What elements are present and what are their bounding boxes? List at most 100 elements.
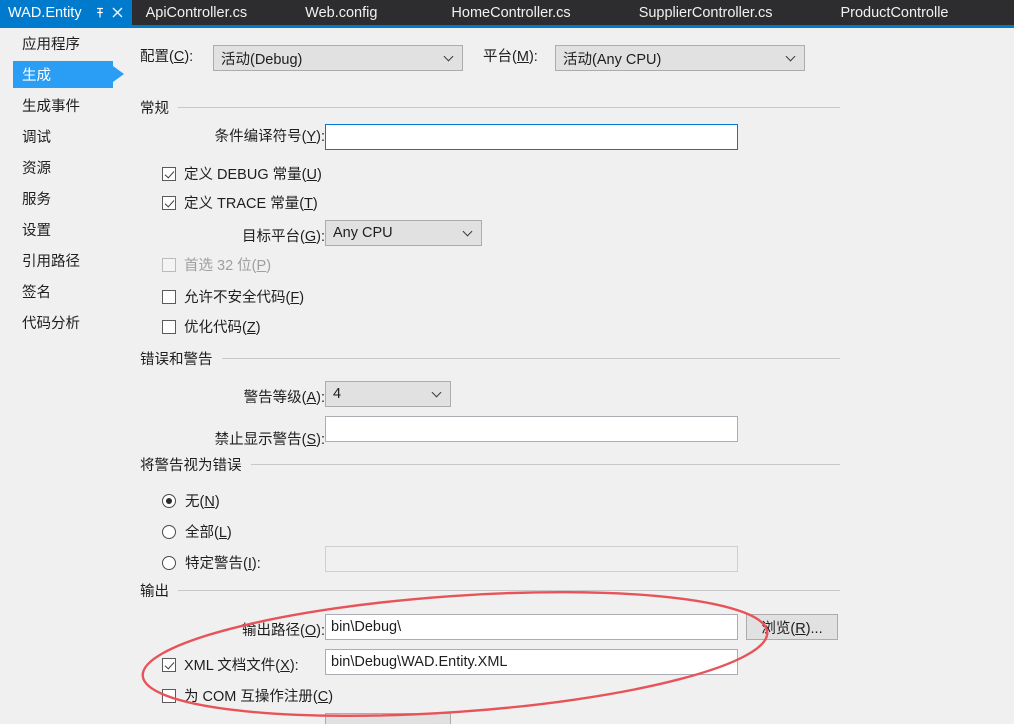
allow-unsafe-code-label: 允许不安全代码(F) [184,290,305,306]
checkbox-box-icon [162,688,176,703]
optimize-code-checkbox[interactable]: 优化代码(Z) [162,316,261,337]
sidebar-item-build-events[interactable]: 生成事件 [0,90,130,121]
checkbox-box-icon [162,166,176,181]
suppress-warnings-label: 禁止显示警告(S): [214,432,325,448]
checkbox-box-icon [162,195,176,210]
conditional-symbols-label: 条件编译符号(Y): [214,129,325,145]
properties-sidebar: 应用程序 生成 生成事件 调试 资源 服务 设置 引用路径 签名 代码分析 [0,28,130,724]
sidebar-item-code-analysis[interactable]: 代码分析 [0,307,130,338]
com-interop-label: 为 COM 互操作注册(C) [184,689,334,705]
group-divider [178,107,840,108]
sidebar-item-services[interactable]: 服务 [0,183,130,214]
com-interop-checkbox[interactable]: 为 COM 互操作注册(C) [162,685,333,706]
target-platform-label-wrap: 目标平台(G): [165,225,325,246]
platform-value: 活动(Any CPU) [563,51,662,68]
sidebar-item-resources[interactable]: 资源 [0,152,130,183]
tab-label: ProductControlle [840,4,949,21]
xml-doc-file-label: XML 文档文件(X): [184,658,299,674]
build-properties-pane: 配置(C): 活动(Debug) 平台(M): 活动(Any CPU) 常规 条… [130,28,1014,724]
chevron-down-icon [787,53,796,62]
sidebar-item-signing[interactable]: 签名 [0,276,130,307]
sidebar-item-label: 引用路径 [22,254,80,270]
warnings-as-errors-group-title: 将警告视为错误 [140,458,242,474]
sidebar-item-application[interactable]: 应用程序 [0,28,130,59]
tab-label: HomeController.cs [451,4,571,21]
output-path-value: bin\Debug\ [331,619,402,635]
radio-circle-icon [162,493,176,508]
serialization-assembly-combobox[interactable] [325,713,451,724]
radio-circle-icon [162,555,176,570]
allow-unsafe-code-checkbox[interactable]: 允许不安全代码(F) [162,286,304,307]
configuration-value: 活动(Debug) [221,51,303,68]
group-divider [178,590,840,591]
output-group-title: 输出 [140,584,169,600]
output-group-header: 输出 [140,580,840,601]
checkbox-box-icon [162,319,176,334]
group-divider [221,358,840,359]
sidebar-item-label: 代码分析 [22,316,80,332]
tab-webconfig[interactable]: Web.config [269,0,421,25]
sidebar-item-label: 签名 [22,285,51,301]
xml-doc-file-checkbox[interactable]: XML 文档文件(X): [162,654,299,675]
configuration-label: 配置(C): [140,49,194,65]
xml-doc-file-input[interactable]: bin\Debug\WAD.Entity.XML [325,649,738,675]
prefer-32bit-checkbox: 首选 32 位(P) [162,254,271,275]
define-trace-checkbox[interactable]: 定义 TRACE 常量(T) [162,192,318,213]
browse-label: 浏览(R)... [761,620,823,637]
tab-suppliercontroller[interactable]: SupplierController.cs [609,0,811,25]
warning-level-combobox[interactable]: 4 [325,381,451,407]
suppress-warnings-input[interactable] [325,416,738,442]
conditional-symbols-input[interactable] [325,124,738,150]
sidebar-item-label: 服务 [22,192,51,208]
sidebar-item-label: 应用程序 [22,37,80,53]
tab-productcontroller[interactable]: ProductControlle [810,0,964,25]
checkbox-box-icon [162,657,176,672]
warnings-specific-radio[interactable]: 特定警告(I): [162,552,261,573]
sidebar-item-debug[interactable]: 调试 [0,121,130,152]
target-platform-label: 目标平台(G): [242,229,325,245]
pin-icon[interactable] [92,5,108,21]
target-platform-combobox[interactable]: Any CPU [325,220,482,246]
output-path-input[interactable]: bin\Debug\ [325,614,738,640]
define-debug-label: 定义 DEBUG 常量(U) [184,167,322,183]
chevron-down-icon [464,228,473,237]
suppress-warnings-label-wrap: 禁止显示警告(S): [165,428,325,449]
warning-level-label-wrap: 警告等级(A): [165,386,325,407]
tab-homecontroller[interactable]: HomeController.cs [421,0,608,25]
output-path-label: 输出路径(O): [242,623,325,639]
sidebar-item-label: 资源 [22,161,51,177]
conditional-symbols-label-wrap: 条件编译符号(Y): [165,125,325,146]
configuration-combobox[interactable]: 活动(Debug) [213,45,463,71]
output-path-label-wrap: 输出路径(O): [165,619,325,640]
configuration-row: 配置(C): [140,45,193,66]
chevron-down-icon [433,389,442,398]
sidebar-item-label: 生成 [22,68,51,84]
errors-warnings-group-title: 错误和警告 [140,352,213,368]
define-debug-checkbox[interactable]: 定义 DEBUG 常量(U) [162,163,322,184]
sidebar-item-label: 调试 [22,130,51,146]
sidebar-item-settings[interactable]: 设置 [0,214,130,245]
platform-combobox[interactable]: 活动(Any CPU) [555,45,805,71]
errors-warnings-group-header: 错误和警告 [140,348,840,369]
sidebar-item-build[interactable]: 生成 [0,59,130,90]
sidebar-item-label: 设置 [22,223,51,239]
tab-apicontroller[interactable]: ApiController.cs [132,0,270,25]
warning-level-value: 4 [333,386,342,402]
warnings-all-label: 全部(L) [185,525,232,541]
platform-row: 平台(M): [483,45,538,66]
close-icon[interactable] [110,5,126,21]
warnings-none-radio[interactable]: 无(N) [162,490,220,511]
tab-wad-entity[interactable]: WAD.Entity [0,0,132,25]
sidebar-item-label: 生成事件 [22,99,80,115]
browse-button[interactable]: 浏览(R)... [746,614,838,640]
sidebar-item-reference-paths[interactable]: 引用路径 [0,245,130,276]
tab-label: ApiController.cs [145,4,248,21]
visual-studio-project-properties: WAD.Entity ApiController.cs Web.config H… [0,0,1014,724]
general-group-header: 常规 [140,97,840,118]
warnings-as-errors-group-header: 将警告视为错误 [140,454,840,475]
define-trace-label: 定义 TRACE 常量(T) [184,196,318,212]
target-platform-value: Any CPU [333,225,393,241]
checkbox-box-icon [162,257,176,272]
warnings-all-radio[interactable]: 全部(L) [162,521,232,542]
tab-label: Web.config [305,4,378,21]
